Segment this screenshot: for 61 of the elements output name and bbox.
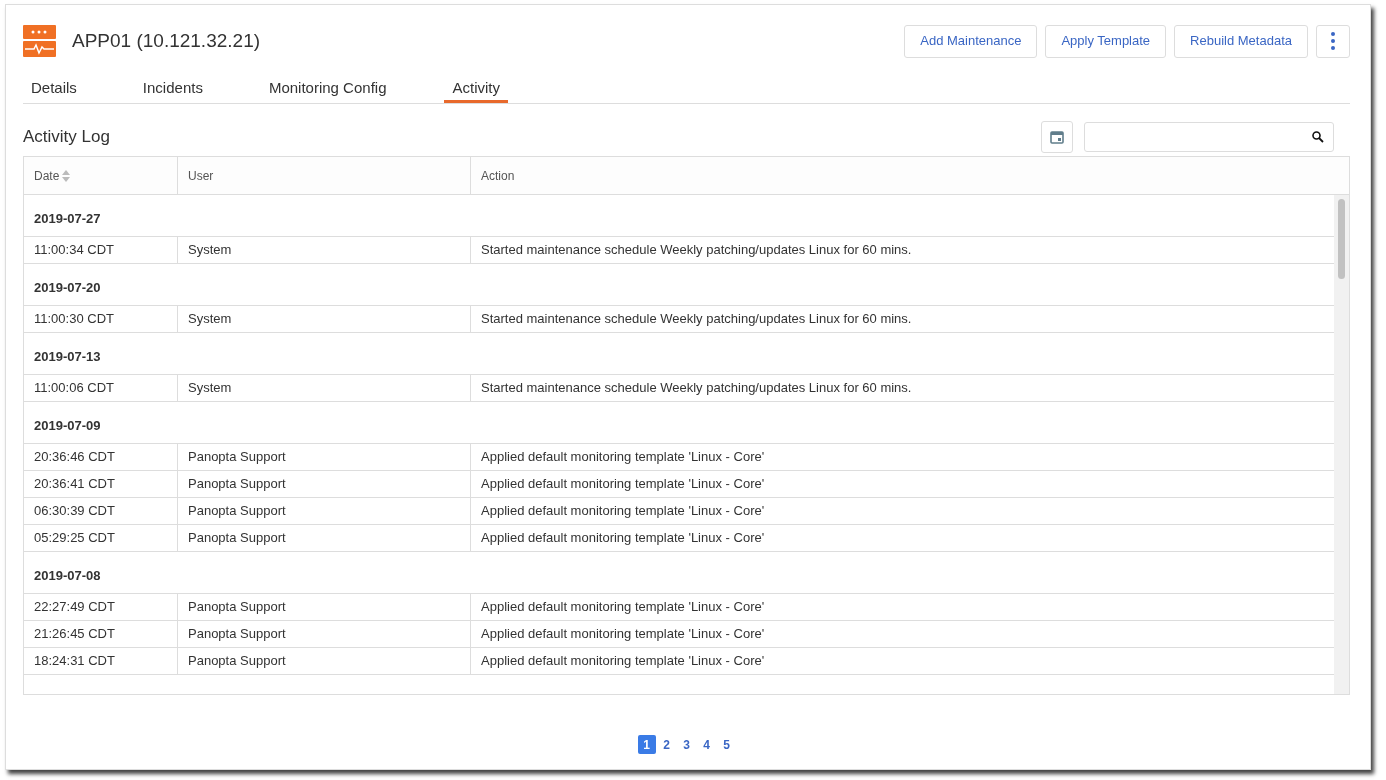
- table-cell-text: Applied default monitoring template 'Linux - Core': [481, 475, 765, 494]
- search-icon: [1312, 131, 1324, 143]
- action-button[interactable]: Rebuild Metadata: [1174, 24, 1308, 58]
- table-cell-text: Applied default monitoring template 'Linux - Core': [481, 502, 765, 521]
- page-link[interactable]: 1: [637, 735, 656, 754]
- more-button[interactable]: [1316, 24, 1350, 58]
- date-group-header: 2019-07-08: [24, 552, 1335, 594]
- table-cell-text: System: [188, 310, 232, 329]
- table-cell-text: Applied default monitoring template 'Linux - Core': [481, 652, 765, 671]
- table-cell-text: 21:26:45 CDT: [34, 625, 115, 644]
- table-cell-text: Panopta Support: [188, 598, 286, 617]
- table-cell-text: 05:29:25 CDT: [34, 529, 115, 548]
- more-icon: [1331, 32, 1335, 50]
- table-cell-text: System: [188, 379, 232, 398]
- sort-icon[interactable]: [62, 169, 71, 182]
- date-group-header: 2019-07-27: [24, 195, 1335, 237]
- tab[interactable]: Incidents: [134, 76, 211, 103]
- column-label: User: [188, 167, 214, 185]
- table-cell-text: Applied default monitoring template 'Linux - Core': [481, 598, 765, 617]
- tab[interactable]: Activity: [444, 76, 508, 103]
- page-link[interactable]: 3: [677, 735, 696, 754]
- server-icon: [23, 24, 56, 58]
- scrollbar[interactable]: [1334, 195, 1349, 694]
- action-button[interactable]: Add Maintenance: [904, 24, 1038, 58]
- table-cell-text: 22:27:49 CDT: [34, 598, 115, 617]
- table-cell-text: 11:00:30 CDT: [34, 310, 114, 329]
- table-cell-text: Panopta Support: [188, 652, 286, 671]
- table-cell-text: Panopta Support: [188, 625, 286, 644]
- table-cell-text: 11:00:34 CDT: [34, 241, 114, 260]
- table-cell-text: 11:00:06 CDT: [34, 379, 114, 398]
- table-cell-text: Applied default monitoring template 'Linux - Core': [481, 625, 765, 644]
- page-link[interactable]: 4: [697, 735, 716, 754]
- table-cell-text: Started maintenance schedule Weekly patching/updates Linux for 60 mins.: [481, 379, 912, 398]
- date-group-header: 2019-07-20: [24, 264, 1335, 306]
- table-cell-text: Started maintenance schedule Weekly patching/updates Linux for 60 mins.: [481, 241, 912, 260]
- section-title: Activity Log: [23, 126, 110, 149]
- device-title: APP01 (10.121.32.21): [72, 28, 261, 53]
- calendar-icon: [1050, 130, 1064, 144]
- column-label: Date: [34, 167, 60, 185]
- table-cell-text: 06:30:39 CDT: [34, 502, 115, 521]
- table-cell-text: Panopta Support: [188, 448, 286, 467]
- column-label: Action: [481, 167, 515, 185]
- search-field[interactable]: [1084, 122, 1334, 152]
- table-cell-text: 18:24:31 CDT: [34, 652, 115, 671]
- table-cell-text: Started maintenance schedule Weekly patching/updates Linux for 60 mins.: [481, 310, 912, 329]
- tab[interactable]: Monitoring Config: [260, 76, 395, 103]
- date-group-header: 2019-07-13: [24, 333, 1335, 375]
- table-cell-text: Panopta Support: [188, 502, 286, 521]
- table-cell-text: 20:36:46 CDT: [34, 448, 115, 467]
- tab[interactable]: Details: [23, 76, 85, 103]
- date-group-header: 2019-07-09: [24, 402, 1335, 444]
- table-cell-text: Panopta Support: [188, 475, 286, 494]
- action-button[interactable]: Apply Template: [1045, 24, 1167, 58]
- page-link[interactable]: 5: [717, 735, 736, 754]
- table-cell-text: Panopta Support: [188, 529, 286, 548]
- page-link[interactable]: 2: [657, 735, 676, 754]
- table-cell-text: 20:36:41 CDT: [34, 475, 115, 494]
- calendar-button[interactable]: [1041, 121, 1073, 153]
- table-cell-text: Applied default monitoring template 'Linux - Core': [481, 448, 765, 467]
- table-cell-text: System: [188, 241, 232, 260]
- table-cell-text: Applied default monitoring template 'Linux - Core': [481, 529, 765, 548]
